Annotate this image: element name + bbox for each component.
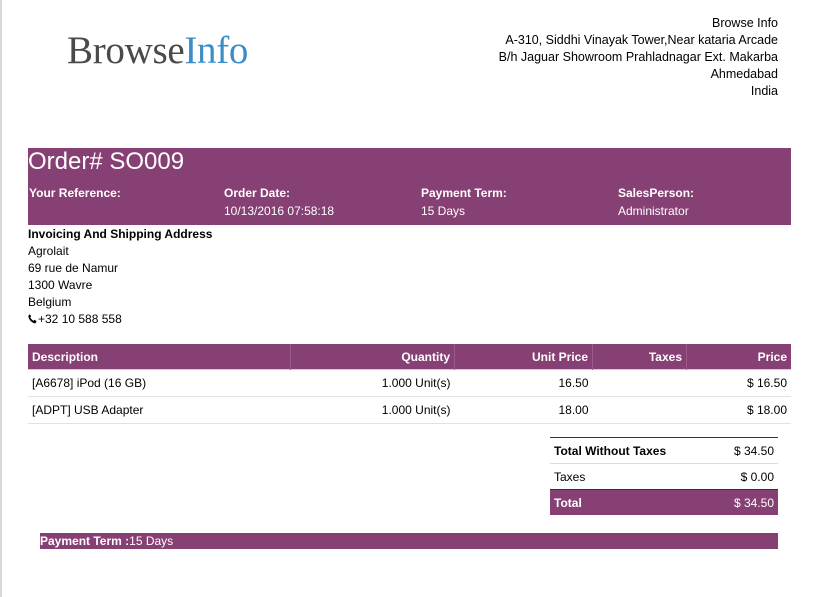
column-price: Price (686, 344, 791, 370)
your-reference-block: Your Reference: (29, 184, 121, 202)
payment-term-footer-label: Payment Term : (40, 534, 130, 548)
total-label: Total (550, 489, 713, 515)
order-title: Order# SO009 (28, 148, 185, 175)
taxes-row: Taxes $ 0.00 (550, 463, 778, 490)
line-taxes (592, 369, 687, 397)
address-heading: Invoicing And Shipping Address (28, 227, 213, 241)
line-unit-price: 18.00 (454, 396, 593, 424)
payment-term-footer-value: 15 Days (129, 534, 174, 548)
table-header-row: Description Quantity Unit Price Taxes Pr… (28, 344, 791, 370)
taxes-value: $ 0.00 (712, 463, 778, 490)
line-description: [A6678] iPod (16 GB) (28, 369, 291, 397)
logo-text-info: Info (184, 29, 249, 72)
logo-text-browse: Browse (67, 29, 185, 72)
company-address: Browse Info A-310, Siddhi Vinayak Tower,… (499, 15, 778, 100)
salesperson-label: SalesPerson: (618, 186, 695, 200)
customer-phone: +32 10 588 558 (38, 312, 122, 326)
company-logo: BrowseInfo (67, 29, 248, 73)
page-left-border (0, 0, 2, 597)
company-address-line2: B/h Jaguar Showroom Prahladnagar Ext. Ma… (498, 50, 778, 64)
line-price: $ 16.50 (686, 369, 791, 397)
order-date-label: Order Date: (224, 186, 291, 200)
untaxed-row: Total Without Taxes $ 34.50 (550, 437, 778, 464)
payment-term-block: Payment Term: 15 Days (421, 184, 507, 220)
total-value: $ 34.50 (712, 489, 778, 515)
totals-table: Total Without Taxes $ 34.50 Taxes $ 0.00… (550, 437, 778, 515)
payment-term-value: 15 Days (421, 204, 466, 218)
order-lines-table: Description Quantity Unit Price Taxes Pr… (28, 344, 791, 424)
order-date-block: Order Date: 10/13/2016 07:58:18 (224, 184, 334, 220)
line-unit-price: 16.50 (454, 369, 593, 397)
customer-city: 1300 Wavre (28, 278, 93, 292)
salesperson-value: Administrator (618, 204, 689, 218)
customer-street: 69 rue de Namur (28, 261, 119, 275)
total-row: Total $ 34.50 (550, 489, 778, 515)
customer-name: Agrolait (28, 244, 69, 258)
column-description: Description (28, 344, 291, 370)
line-taxes (592, 396, 687, 424)
salesperson-block: SalesPerson: Administrator (618, 184, 694, 220)
shipping-address: Invoicing And Shipping Address Agrolait … (28, 226, 212, 328)
column-unit-price: Unit Price (454, 344, 593, 370)
untaxed-label: Total Without Taxes (550, 437, 713, 464)
column-taxes: Taxes (592, 344, 687, 370)
order-date-value: 10/13/2016 07:58:18 (224, 204, 335, 218)
line-quantity: 1.000 Unit(s) (290, 369, 455, 397)
line-quantity: 1.000 Unit(s) (290, 396, 455, 424)
company-city: Ahmedabad (710, 67, 778, 81)
customer-phone-row: +32 10 588 558 (28, 311, 212, 328)
payment-term-footer: Payment Term :15 Days (40, 533, 778, 549)
your-reference-label: Your Reference: (29, 186, 121, 200)
untaxed-value: $ 34.50 (712, 437, 778, 464)
table-row: [A6678] iPod (16 GB) 1.000 Unit(s) 16.50… (28, 369, 791, 397)
phone-icon (28, 311, 38, 328)
line-description: [ADPT] USB Adapter (28, 396, 291, 424)
payment-term-label: Payment Term: (421, 186, 507, 200)
table-row: [ADPT] USB Adapter 1.000 Unit(s) 18.00 $… (28, 396, 791, 424)
company-country: India (750, 84, 778, 98)
company-address-line1: A-310, Siddhi Vinayak Tower,Near kataria… (505, 33, 778, 47)
line-price: $ 18.00 (686, 396, 791, 424)
taxes-label: Taxes (550, 463, 713, 490)
customer-country: Belgium (28, 295, 72, 309)
column-quantity: Quantity (290, 344, 455, 370)
order-header-band: Order# SO009 Your Reference: Order Date:… (28, 148, 791, 225)
company-name: Browse Info (711, 16, 778, 30)
